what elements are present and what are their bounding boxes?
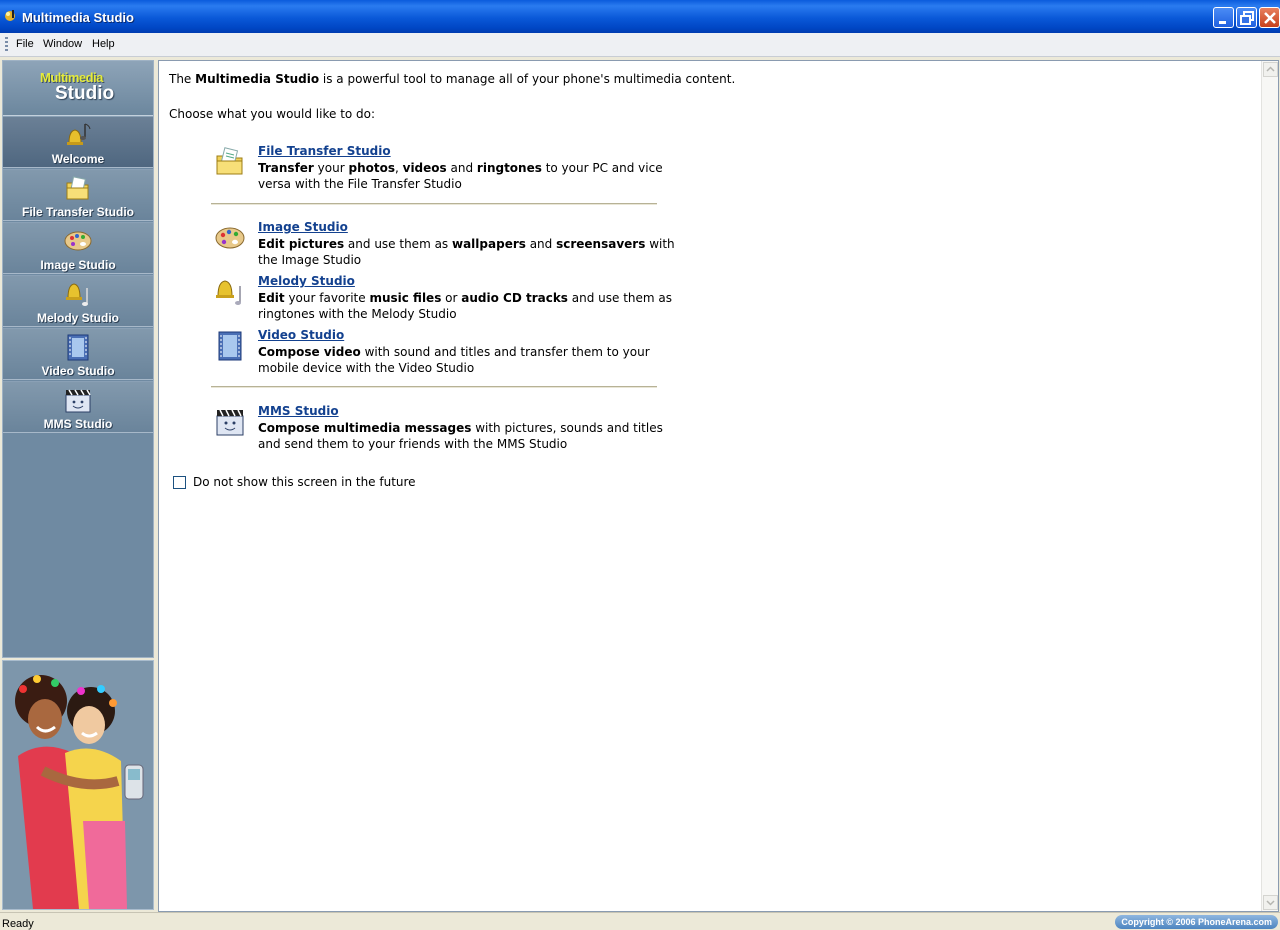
file-transfer-icon [66, 176, 89, 200]
dont-show-checkbox[interactable] [173, 476, 186, 489]
mms-studio-link[interactable]: MMS Studio [258, 404, 339, 418]
palette-icon [215, 227, 245, 249]
sidebar-item-image-studio[interactable]: Image Studio [3, 222, 153, 274]
melody-studio-link[interactable]: Melody Studio [258, 274, 355, 288]
sidebar-item-label: File Transfer Studio [21, 205, 135, 219]
sidebar-item-melody-studio[interactable]: Melody Studio [3, 275, 153, 327]
sidebar-item-mms-studio[interactable]: MMS Studio [3, 381, 153, 433]
restore-button[interactable] [1236, 7, 1257, 28]
promo-illustration [3, 661, 153, 909]
menu-file[interactable]: File [16, 38, 34, 50]
intro-prefix: The [169, 72, 196, 86]
sidebar-item-label: Melody Studio [37, 311, 119, 325]
clapper-icon [216, 409, 244, 436]
sidebar-item-label: Welcome [51, 152, 105, 166]
window-title: Multimedia Studio [22, 10, 134, 25]
welcome-panel: The Multimedia Studio is a powerful tool… [158, 60, 1279, 912]
close-icon [1264, 12, 1276, 24]
logo-line2: Studio [55, 83, 115, 104]
bell-note-icon [66, 283, 88, 306]
intro-bold: Multimedia Studio [195, 72, 320, 86]
bell-note-icon [216, 280, 241, 305]
sidebar-item-label: Image Studio [40, 258, 116, 272]
app-logo: Multimedia Studio [3, 61, 153, 116]
intro-text: The Multimedia Studio is a powerful tool… [169, 72, 735, 86]
status-text: Ready [2, 918, 34, 930]
entry-description: Transfer your photos, videos and rington… [258, 161, 663, 191]
dont-show-label[interactable]: Do not show this screen in the future [193, 475, 416, 489]
scroll-down-button[interactable] [1263, 895, 1278, 910]
close-button[interactable] [1259, 7, 1280, 28]
file-transfer-icon [216, 147, 243, 175]
sidebar-item-label: Video Studio [41, 364, 115, 378]
menubar-grip [5, 37, 8, 52]
sidebar-item-file-transfer[interactable]: File Transfer Studio [3, 169, 153, 221]
minimize-icon [1219, 21, 1226, 24]
film-icon [67, 334, 89, 361]
status-bar: Ready Copyright © 2006 PhoneArena.com [0, 912, 1280, 930]
entry-description: Edit your favorite music files or audio … [258, 291, 673, 321]
clapper-icon [65, 389, 91, 413]
entry-description: Compose video with sound and titles and … [258, 345, 650, 375]
menu-bar: File Window Help [0, 33, 1280, 57]
chevron-up-icon [1266, 66, 1275, 72]
sidebar: Multimedia Studio Welcome File Transfer … [2, 60, 154, 658]
palette-icon [64, 231, 92, 251]
promo-image [2, 660, 154, 910]
divider [211, 386, 657, 388]
menu-window[interactable]: Window [43, 38, 82, 50]
minimize-button[interactable] [1213, 7, 1234, 28]
entry-description: Compose multimedia messages with picture… [258, 421, 663, 451]
menu-help[interactable]: Help [92, 38, 115, 50]
video-studio-link[interactable]: Video Studio [258, 328, 344, 342]
chevron-down-icon [1266, 900, 1275, 906]
restore-icon [1240, 11, 1254, 25]
entry-description: Edit pictures and use them as wallpapers… [258, 237, 675, 267]
film-icon [218, 331, 242, 361]
sidebar-item-welcome[interactable]: Welcome [3, 116, 153, 168]
intro-suffix: is a powerful tool to manage all of your… [319, 72, 736, 86]
image-studio-link[interactable]: Image Studio [258, 220, 348, 234]
vertical-scrollbar[interactable] [1261, 61, 1278, 911]
app-icon [5, 10, 15, 21]
sidebar-item-label: MMS Studio [43, 417, 113, 431]
title-bar: Multimedia Studio [0, 0, 1280, 33]
file-transfer-studio-link[interactable]: File Transfer Studio [258, 144, 391, 158]
welcome-icon [67, 123, 91, 145]
choose-prompt: Choose what you would like to do: [169, 107, 376, 121]
divider [211, 203, 657, 205]
sidebar-item-video-studio[interactable]: Video Studio [3, 328, 153, 380]
scroll-up-button[interactable] [1263, 62, 1278, 77]
copyright-badge: Copyright © 2006 PhoneArena.com [1115, 915, 1278, 929]
